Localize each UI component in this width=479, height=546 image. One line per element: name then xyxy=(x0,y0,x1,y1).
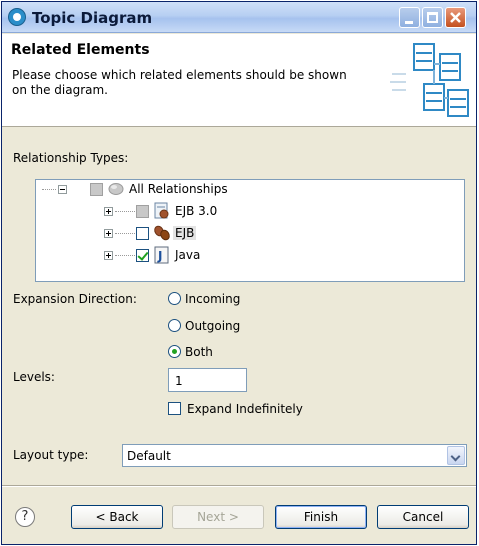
relationship-tree[interactable]: All Relationships EJB 3.0 EJB J Java xyxy=(35,179,465,282)
incoming-label[interactable]: Incoming xyxy=(185,292,240,306)
back-button[interactable]: < Back xyxy=(71,505,163,529)
all-relationships-checkbox[interactable] xyxy=(90,183,103,196)
ejb30-checkbox[interactable] xyxy=(136,205,149,218)
expand-toggle[interactable] xyxy=(104,251,113,260)
topic-diagram-dialog: Topic Diagram Related Elements Please ch… xyxy=(1,1,477,545)
tree-item-java[interactable]: J Java xyxy=(36,246,464,264)
outgoing-radio[interactable] xyxy=(168,319,181,332)
expand-indefinitely-label[interactable]: Expand Indefinitely xyxy=(187,402,303,416)
tree-item-label: All Relationships xyxy=(129,182,228,196)
maximize-button[interactable] xyxy=(422,7,443,28)
page-description: Please choose which related elements sho… xyxy=(12,68,347,97)
expand-toggle[interactable] xyxy=(104,207,113,216)
finish-button[interactable]: Finish xyxy=(275,505,367,529)
diagram-graphic-icon xyxy=(390,43,469,117)
close-icon xyxy=(450,12,461,23)
tree-item-label: EJB xyxy=(173,226,197,240)
tree-item-label: Java xyxy=(175,248,201,262)
layout-type-select[interactable]: Default xyxy=(122,444,467,467)
cancel-button[interactable]: Cancel xyxy=(377,505,469,529)
ejb-bean-icon xyxy=(154,225,170,241)
both-label[interactable]: Both xyxy=(185,345,213,359)
levels-input[interactable]: 1 xyxy=(168,368,247,392)
app-icon xyxy=(8,8,26,26)
relationship-icon xyxy=(108,183,124,195)
tree-item-all-relationships[interactable]: All Relationships xyxy=(36,180,464,198)
next-button[interactable]: Next > xyxy=(172,505,264,529)
layout-type-value: Default xyxy=(127,449,171,463)
levels-label: Levels: xyxy=(13,370,55,384)
tree-item-label: EJB 3.0 xyxy=(175,204,218,218)
java-checkbox[interactable] xyxy=(136,249,149,262)
title-bar[interactable]: Topic Diagram xyxy=(2,2,476,33)
ejb-checkbox[interactable] xyxy=(136,227,149,240)
collapse-toggle[interactable] xyxy=(58,185,67,194)
maximize-icon xyxy=(427,12,438,23)
outgoing-label[interactable]: Outgoing xyxy=(185,319,240,333)
layout-type-label: Layout type: xyxy=(13,448,89,462)
tree-item-ejb[interactable]: EJB xyxy=(36,224,464,242)
page-title: Related Elements xyxy=(11,42,150,58)
relationship-types-label: Relationship Types: xyxy=(13,151,129,165)
expand-indefinitely-checkbox[interactable] xyxy=(168,402,181,415)
minimize-button[interactable] xyxy=(399,7,420,28)
tree-item-ejb30[interactable]: EJB 3.0 xyxy=(36,202,464,220)
ejb30-bean-icon xyxy=(154,202,169,219)
window-title: Topic Diagram xyxy=(32,9,153,27)
incoming-radio[interactable] xyxy=(168,292,181,305)
chevron-down-icon[interactable] xyxy=(447,446,465,465)
expansion-direction-label: Expansion Direction: xyxy=(13,292,137,306)
footer-separator xyxy=(2,485,476,487)
expand-toggle[interactable] xyxy=(104,229,113,238)
help-icon[interactable]: ? xyxy=(15,507,35,527)
close-button[interactable] xyxy=(445,7,466,28)
both-radio[interactable] xyxy=(168,345,181,358)
java-file-icon: J xyxy=(154,246,169,264)
svg-text:J: J xyxy=(157,249,162,263)
wizard-header: Related Elements Please choose which rel… xyxy=(2,34,476,127)
minimize-icon xyxy=(405,21,413,24)
